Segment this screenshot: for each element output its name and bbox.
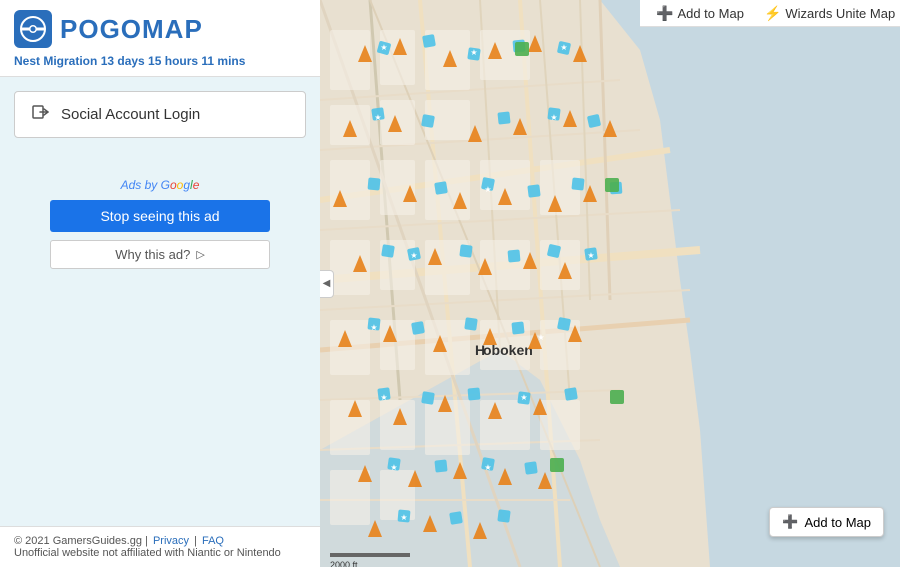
- stop-seeing-ad-button[interactable]: Stop seeing this ad: [50, 200, 270, 232]
- svg-text:★: ★: [410, 251, 417, 260]
- add-to-map-icon: ➕: [656, 5, 673, 22]
- sidebar-footer: © 2021 GamersGuides.gg | Privacy | FAQ U…: [0, 526, 320, 567]
- disclaimer-text: Unofficial website not affiliated with N…: [14, 547, 306, 559]
- svg-text:★: ★: [400, 513, 407, 522]
- svg-text:★: ★: [560, 43, 567, 52]
- svg-text:★: ★: [537, 333, 544, 342]
- wizards-unite-nav[interactable]: ⚡ Wizards Unite Map: [756, 3, 900, 24]
- svg-text:★: ★: [484, 463, 491, 472]
- privacy-link[interactable]: Privacy: [153, 535, 189, 547]
- svg-text:★: ★: [587, 251, 594, 260]
- add-to-map-bottom-button[interactable]: ➕ Add to Map: [769, 507, 884, 537]
- login-icon: [31, 102, 51, 127]
- main-layout: POGOMAP Nest Migration 13 days 15 hours …: [0, 0, 900, 567]
- add-to-map-bottom-label: Add to Map: [805, 515, 872, 530]
- logo-text: POGOMAP: [60, 14, 203, 45]
- sidebar-collapse-button[interactable]: ◀: [320, 270, 334, 298]
- faq-link[interactable]: FAQ: [202, 535, 224, 547]
- svg-text:★: ★: [370, 323, 377, 332]
- add-to-map-nav[interactable]: ➕ Add to Map: [648, 3, 752, 24]
- sidebar: POGOMAP Nest Migration 13 days 15 hours …: [0, 0, 320, 567]
- ads-by-google-label: Ads by Google: [121, 178, 200, 192]
- why-ad-label: Why this ad?: [115, 247, 190, 262]
- wizards-unite-label: Wizards Unite Map: [785, 6, 895, 21]
- login-button[interactable]: Social Account Login: [14, 91, 306, 138]
- svg-text:★: ★: [380, 43, 387, 52]
- collapse-icon: ◀: [323, 278, 331, 289]
- why-ad-icon: ▷: [196, 248, 204, 261]
- map-svg: H oboken 2000 ft: [320, 0, 900, 567]
- sidebar-body: Social Account Login Ads by Google Stop …: [0, 77, 320, 526]
- logo-icon: [14, 10, 52, 48]
- svg-text:★: ★: [484, 185, 491, 194]
- nest-migration-info: Nest Migration 13 days 15 hours 11 mins: [14, 54, 306, 68]
- add-to-map-label: Add to Map: [677, 6, 744, 21]
- svg-text:★: ★: [470, 48, 477, 57]
- svg-text:2000 ft: 2000 ft: [330, 560, 358, 567]
- logo-area: POGOMAP: [14, 10, 306, 48]
- add-to-map-bottom-icon: ➕: [782, 514, 798, 530]
- top-nav: ➕ Add to Map ⚡ Wizards Unite Map Discord…: [640, 0, 900, 27]
- lightning-icon: ⚡: [764, 5, 781, 22]
- svg-text:★: ★: [374, 113, 381, 122]
- svg-text:★: ★: [380, 393, 387, 402]
- svg-text:★: ★: [390, 463, 397, 472]
- svg-text:★: ★: [520, 393, 527, 402]
- copyright-line: © 2021 GamersGuides.gg | Privacy | FAQ: [14, 535, 306, 547]
- login-label: Social Account Login: [61, 106, 200, 123]
- svg-text:★: ★: [550, 113, 557, 122]
- map-area[interactable]: ➕ Add to Map ⚡ Wizards Unite Map Discord…: [320, 0, 900, 567]
- sidebar-header: POGOMAP Nest Migration 13 days 15 hours …: [0, 0, 320, 77]
- why-this-ad-button[interactable]: Why this ad? ▷: [50, 240, 270, 269]
- ads-section: Ads by Google Stop seeing this ad Why th…: [14, 178, 306, 269]
